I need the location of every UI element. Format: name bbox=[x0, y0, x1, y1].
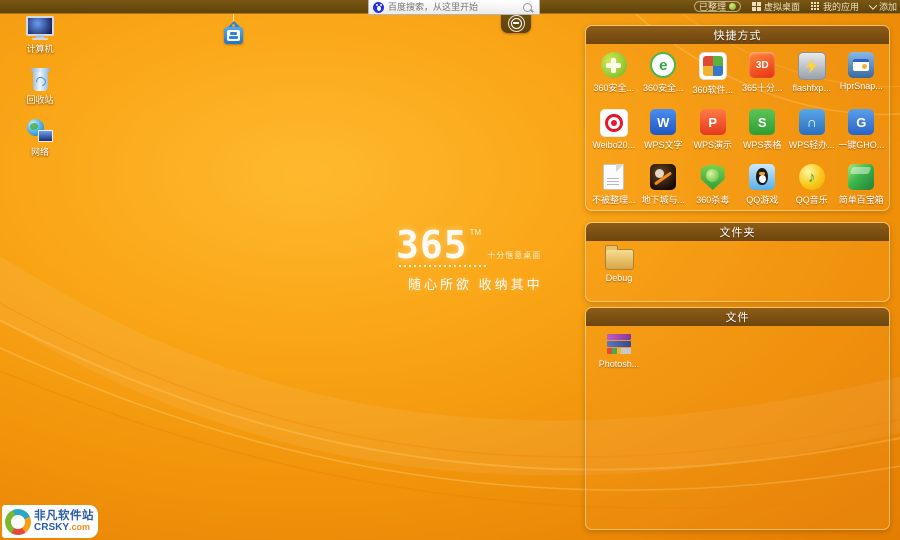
shortcut-360-antivirus[interactable]: 360杀毒 bbox=[688, 164, 738, 206]
my-apps-button[interactable]: 我的应用 bbox=[810, 0, 859, 13]
onekey-ghost-icon: G bbox=[848, 109, 875, 135]
search-input[interactable] bbox=[388, 2, 519, 12]
organize-box-tag[interactable] bbox=[224, 21, 243, 45]
shortcut-text-file[interactable]: 不被整理... bbox=[589, 164, 639, 206]
recycle-bin-icon bbox=[30, 68, 50, 91]
box-icon bbox=[227, 30, 240, 41]
wallpaper-slogan: 随心所欲 收纳其中 bbox=[408, 277, 543, 292]
folder-icon bbox=[604, 245, 634, 270]
shortcut-simple-toolbox[interactable]: 简单百宝箱 bbox=[837, 164, 887, 206]
shortcut-weibo[interactable]: Weibo20... bbox=[589, 109, 639, 151]
shortcuts-panel: 快捷方式 360安全... e 360安全... 360软件... 3D 365… bbox=[585, 25, 890, 211]
weibo-icon bbox=[599, 109, 628, 137]
shortcut-flashfxp[interactable]: flashfxp... bbox=[787, 52, 837, 96]
360-browser-icon: e bbox=[650, 52, 677, 78]
virtual-desktop-button[interactable]: 虚拟桌面 bbox=[751, 0, 800, 13]
status-dot-icon bbox=[728, 3, 736, 10]
shortcut-360-safety[interactable]: 360安全... bbox=[589, 52, 639, 96]
text-document-icon bbox=[603, 164, 625, 190]
shortcuts-panel-header[interactable]: 快捷方式 bbox=[586, 26, 889, 44]
360-safety-icon bbox=[600, 52, 627, 78]
shortcuts-grid: 360安全... e 360安全... 360软件... 3D 365十分...… bbox=[586, 44, 889, 206]
shortcut-onekey-ghost[interactable]: G 一键GHO... bbox=[837, 109, 887, 151]
wps-presentation-icon: P bbox=[699, 109, 726, 135]
365-desktop-icon: 3D bbox=[749, 52, 776, 78]
toolbox-cube-icon bbox=[848, 164, 875, 190]
shortcut-dnf-game[interactable]: 地下城与... bbox=[639, 164, 689, 206]
virtual-desktop-label: 虚拟桌面 bbox=[763, 2, 800, 12]
wps-spreadsheet-icon: S bbox=[749, 109, 776, 135]
shortcut-365-desktop[interactable]: 3D 365十分... bbox=[738, 52, 788, 96]
brand-side-text: 十分惬意桌面 bbox=[487, 251, 542, 260]
folder-item-debug[interactable]: Debug bbox=[592, 245, 646, 283]
add-label: 添加 bbox=[878, 2, 897, 12]
files-panel-header[interactable]: 文件 bbox=[586, 308, 889, 326]
folders-panel-header[interactable]: 文件夹 bbox=[586, 223, 889, 241]
toolbar-buttons: 已整理 虚拟桌面 我的应用 添加 bbox=[693, 0, 897, 13]
folders-panel-title: 文件夹 bbox=[719, 227, 756, 239]
desktop-icon-recycle-bin[interactable]: 回收站 bbox=[14, 68, 66, 106]
computer-icon bbox=[25, 16, 55, 40]
search-icon[interactable] bbox=[523, 2, 532, 12]
grid-icon bbox=[810, 2, 820, 11]
shortcut-qq-games[interactable]: QQ游戏 bbox=[738, 164, 788, 206]
files-panel: 文件 Photosh... bbox=[585, 307, 890, 530]
files-panel-title: 文件 bbox=[725, 312, 750, 324]
watermark-site-name: 非凡软件站 bbox=[34, 509, 94, 522]
desktop-icon-network[interactable]: 网络 bbox=[14, 119, 66, 158]
organized-status-button[interactable]: 已整理 bbox=[693, 1, 741, 12]
collapse-icon bbox=[510, 17, 522, 29]
wps-writer-icon: W bbox=[650, 109, 677, 135]
shortcut-360-browser[interactable]: e 360安全... bbox=[639, 52, 689, 96]
360-antivirus-shield-icon bbox=[700, 164, 725, 190]
baidu-search-box bbox=[368, 0, 540, 15]
add-button[interactable]: 添加 bbox=[868, 0, 897, 13]
360-software-manager-icon bbox=[698, 52, 727, 80]
desktop: { "topbar": { "search_placeholder": "百度搜… bbox=[0, 0, 900, 540]
organized-label: 已整理 bbox=[698, 2, 726, 12]
chevron-down-icon bbox=[868, 0, 878, 10]
crsky-logo-icon bbox=[5, 508, 31, 535]
shortcut-hprsnap[interactable]: HprSnap... bbox=[837, 52, 887, 96]
window-icon bbox=[751, 2, 761, 11]
desktop-icon-label: 网络 bbox=[30, 147, 49, 157]
shortcut-wps-office-light[interactable]: ∩ WPS轻办... bbox=[787, 109, 837, 151]
qq-games-penguin-icon bbox=[749, 164, 776, 190]
folders-panel: 文件夹 Debug bbox=[585, 222, 890, 302]
tag-hole bbox=[232, 24, 235, 27]
desktop-icon-label: 计算机 bbox=[26, 44, 54, 54]
hypersnap-icon bbox=[848, 52, 875, 78]
crsky-watermark: 非凡软件站 CRSKY.com bbox=[2, 505, 98, 538]
brand-text: 365 bbox=[396, 223, 468, 267]
network-icon bbox=[25, 119, 55, 143]
shortcut-wps-presentation[interactable]: P WPS演示 bbox=[688, 109, 738, 151]
file-item-photoshop-archive[interactable]: Photosh... bbox=[592, 334, 646, 369]
shortcut-wps-spreadsheet[interactable]: S WPS表格 bbox=[738, 109, 788, 151]
tag-body bbox=[224, 27, 243, 44]
flashfxp-icon bbox=[797, 52, 826, 80]
wallpaper-365-logo: 365 TM 十分惬意桌面 随心所欲 收纳其中 bbox=[396, 223, 543, 293]
my-apps-label: 我的应用 bbox=[822, 2, 859, 12]
shortcut-360-software[interactable]: 360软件... bbox=[688, 52, 738, 96]
shortcuts-panel-title: 快捷方式 bbox=[713, 30, 762, 42]
watermark-site-url: CRSKY.com bbox=[34, 522, 91, 534]
rar-archive-icon bbox=[607, 334, 631, 356]
baidu-logo-icon bbox=[373, 1, 384, 13]
wps-light-office-icon: ∩ bbox=[798, 109, 825, 135]
shortcut-qq-music[interactable]: ♪ QQ音乐 bbox=[787, 164, 837, 206]
trademark-text: TM bbox=[469, 228, 482, 237]
desktop-icon-computer[interactable]: 计算机 bbox=[14, 16, 66, 55]
toolbar-collapse-tab[interactable] bbox=[501, 13, 531, 33]
dnf-game-icon bbox=[650, 164, 677, 190]
shortcut-wps-writer[interactable]: W WPS文字 bbox=[639, 109, 689, 151]
qq-music-icon: ♪ bbox=[798, 164, 825, 190]
desktop-icon-label: 回收站 bbox=[26, 95, 54, 105]
